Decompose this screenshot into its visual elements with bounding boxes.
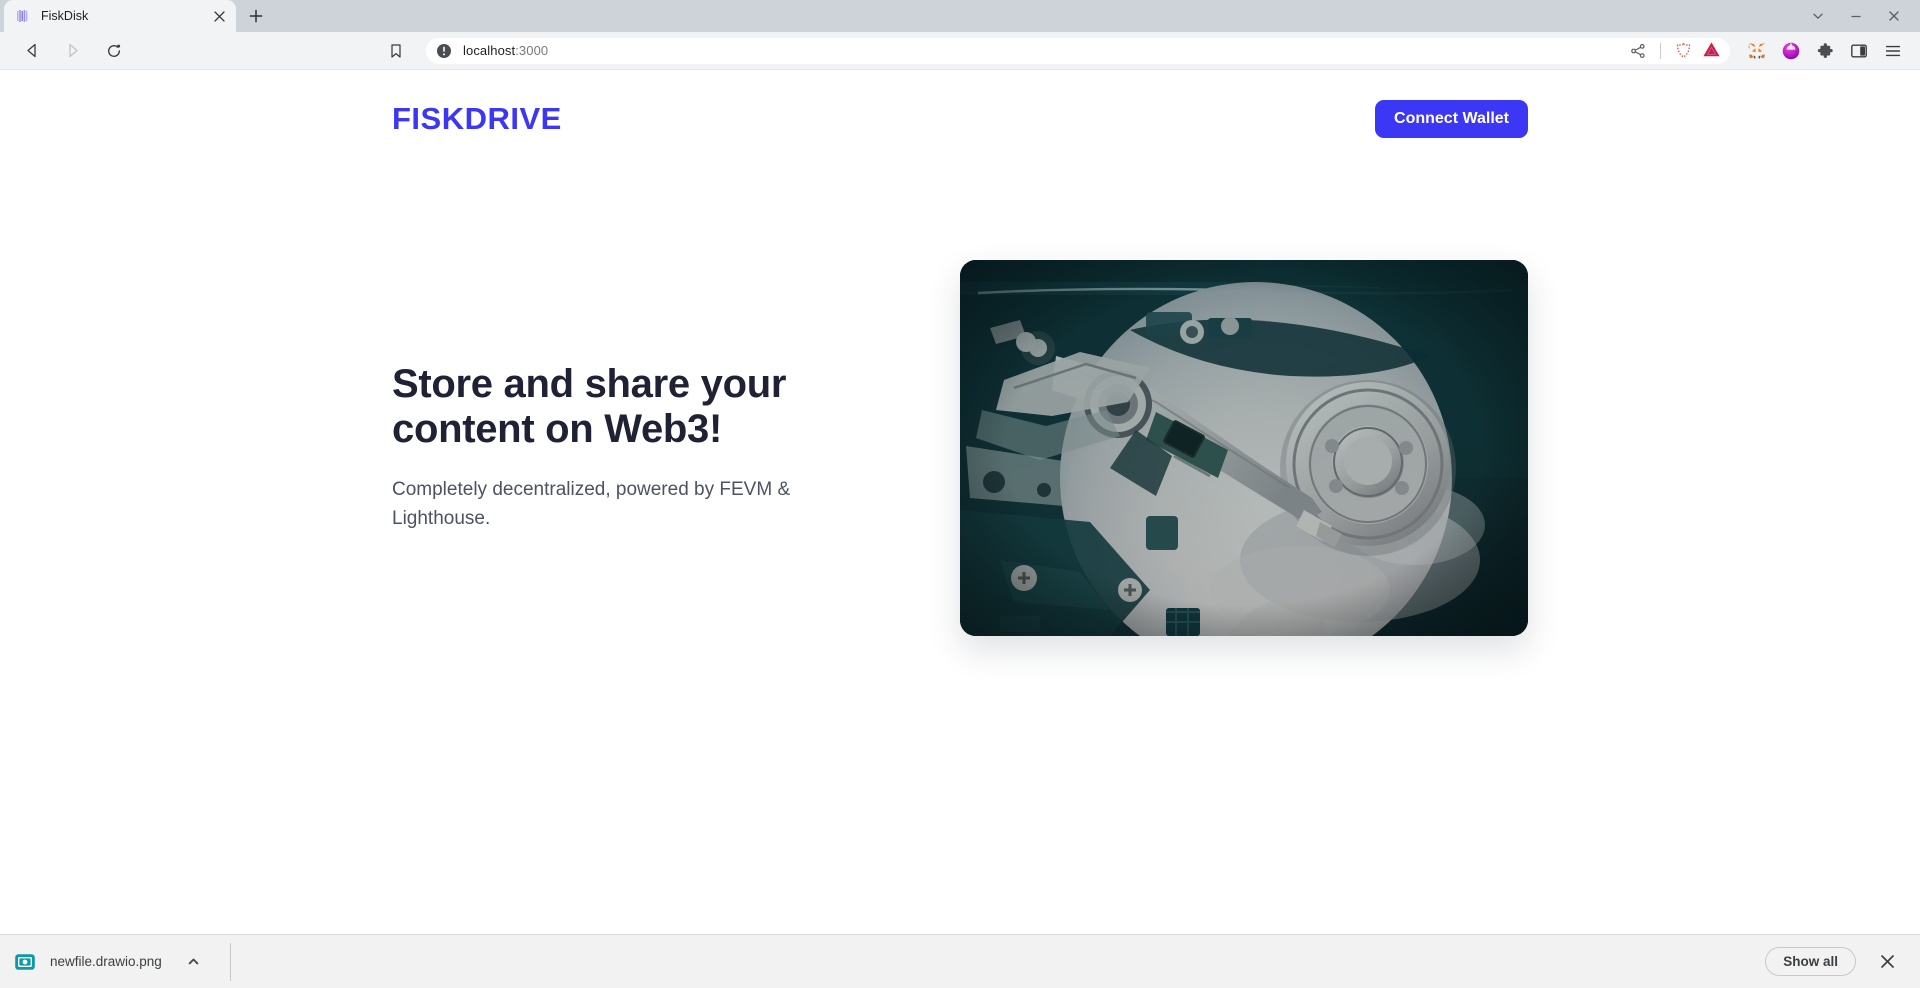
tab-strip: FiskDisk bbox=[0, 0, 1920, 32]
tab-list-chevron-down-icon[interactable] bbox=[1800, 2, 1836, 30]
page-viewport: FISKDRIVE Connect Wallet Store and share… bbox=[0, 70, 1920, 934]
downloads-bar: newfile.drawio.png Show all bbox=[0, 934, 1920, 988]
open-hard-disk-drive-photo bbox=[960, 260, 1528, 636]
back-icon[interactable] bbox=[16, 35, 48, 67]
url-port: :3000 bbox=[515, 43, 549, 58]
image-file-icon bbox=[15, 953, 35, 970]
site-header: FISKDRIVE Connect Wallet bbox=[392, 70, 1528, 142]
reload-icon[interactable] bbox=[98, 35, 130, 67]
tab-title: FiskDisk bbox=[41, 9, 89, 23]
window-controls bbox=[1800, 0, 1920, 32]
downloads-divider bbox=[229, 942, 231, 981]
browser-tab[interactable]: FiskDisk bbox=[4, 0, 236, 32]
page-container: FISKDRIVE Connect Wallet Store and share… bbox=[392, 70, 1528, 636]
share-icon[interactable] bbox=[1625, 40, 1651, 62]
close-window-icon[interactable] bbox=[1876, 2, 1912, 30]
show-all-downloads-button[interactable]: Show all bbox=[1765, 946, 1856, 977]
hero-copy: Store and share your content on Web3! Co… bbox=[392, 362, 862, 534]
browser-toolbar: localhost:3000 bbox=[0, 32, 1920, 70]
chevron-up-icon[interactable] bbox=[184, 952, 204, 972]
sidebar-icon[interactable] bbox=[1844, 36, 1874, 66]
url-text[interactable]: localhost:3000 bbox=[463, 43, 1625, 58]
metamask-icon[interactable] bbox=[1742, 36, 1772, 66]
hero-section: Store and share your content on Web3! Co… bbox=[392, 260, 1528, 636]
brand-logo[interactable]: FISKDRIVE bbox=[392, 101, 562, 137]
download-item[interactable]: newfile.drawio.png bbox=[0, 935, 218, 988]
minimize-icon[interactable] bbox=[1838, 2, 1874, 30]
hero-image bbox=[960, 260, 1528, 636]
connect-wallet-button[interactable]: Connect Wallet bbox=[1375, 100, 1528, 138]
fiskdrive-app: FISKDRIVE Connect Wallet Store and share… bbox=[0, 70, 1920, 934]
close-tab-icon[interactable] bbox=[210, 7, 228, 25]
download-filename: newfile.drawio.png bbox=[50, 954, 162, 969]
triangle-extension-icon[interactable] bbox=[1698, 40, 1724, 62]
url-host: localhost bbox=[463, 43, 516, 58]
new-tab-button[interactable] bbox=[242, 2, 270, 30]
close-downloads-icon[interactable] bbox=[1872, 947, 1902, 977]
bookmark-icon[interactable] bbox=[380, 35, 412, 67]
hero-subtitle: Completely decentralized, powered by FEV… bbox=[392, 479, 791, 530]
shield-dashed-icon[interactable] bbox=[1670, 40, 1696, 62]
browser-window: FiskDisk localhost:3000 FISKDRIVE Connec… bbox=[0, 0, 1920, 988]
fiskdisk-favicon bbox=[17, 10, 28, 22]
toolbar-divider bbox=[1660, 42, 1661, 59]
address-bar[interactable]: localhost:3000 bbox=[426, 37, 1730, 64]
forward-icon bbox=[56, 35, 88, 67]
not-secure-info-icon[interactable] bbox=[436, 43, 452, 59]
hero-title: Store and share your content on Web3! bbox=[392, 361, 787, 451]
address-bar-actions bbox=[1625, 40, 1724, 62]
wallet-extension-icon[interactable] bbox=[1776, 36, 1806, 66]
extensions-area bbox=[1742, 36, 1908, 66]
menu-icon[interactable] bbox=[1878, 36, 1908, 66]
puzzle-icon[interactable] bbox=[1810, 36, 1840, 66]
